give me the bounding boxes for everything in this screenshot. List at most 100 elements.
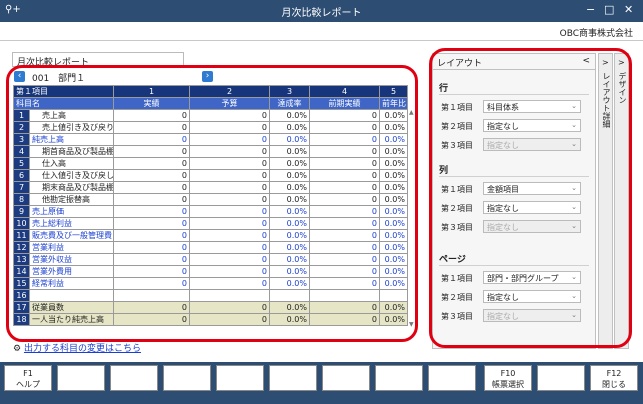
value-cell[interactable]: 0 [113,300,190,314]
table-row[interactable]: 15 経常利益 0 0 0.0% 0 0.0% [13,277,408,290]
value-cell[interactable]: 0 [113,109,190,122]
function-key-3[interactable] [110,365,158,391]
function-key-9[interactable] [428,365,476,391]
layout-item-select[interactable]: 指定なし ⌄ [483,290,581,303]
value-cell[interactable]: 0.0% [379,169,408,182]
layout-item-select[interactable]: 指定なし ⌄ [483,201,581,214]
value-cell[interactable]: 0.0% [269,312,310,326]
layout-item-select[interactable]: 指定なし ⌄ [483,119,581,132]
collapse-icon[interactable]: < [582,56,590,66]
value-cell[interactable]: 0.0% [269,253,310,266]
table-row[interactable]: 13 営業外収益 0 0 0.0% 0 0.0% [13,253,408,266]
function-key-5[interactable] [216,365,264,391]
table-row[interactable]: 7 期末商品及び製品棚 0 0 0.0% 0 0.0% [13,181,408,194]
value-cell[interactable]: 0 [189,277,270,290]
layout-item-select[interactable]: 科目体系 ⌄ [483,100,581,113]
value-cell[interactable]: 0.0% [379,277,408,290]
value-cell[interactable]: 0 [189,300,270,314]
value-cell[interactable]: 0 [113,193,190,206]
value-cell[interactable]: 0.0% [269,157,310,170]
value-cell[interactable]: 0.0% [379,229,408,242]
account-name-cell[interactable]: 期首商品及び製品棚 [29,145,114,158]
layout-item-select[interactable]: 金額項目 ⌄ [483,182,581,195]
value-cell[interactable]: 0.0% [379,300,408,314]
value-cell[interactable]: 0 [189,312,270,326]
account-name-cell[interactable] [29,289,114,302]
function-key-7[interactable] [322,365,370,391]
table-row[interactable]: 1 売上高 0 0 0.0% 0 0.0% [13,109,408,122]
value-cell[interactable] [269,289,310,302]
value-cell[interactable]: 0.0% [379,193,408,206]
prev-arrow-icon[interactable]: ‹ [14,71,25,82]
value-cell[interactable]: 0.0% [269,145,310,158]
value-cell[interactable]: 0 [113,217,190,230]
account-name-cell[interactable]: 他勘定振替高 [29,193,114,206]
value-cell[interactable] [113,289,190,302]
table-row[interactable]: 17 従業員数 0 0 0.0% 0 0.0% [13,300,408,314]
value-cell[interactable]: 0.0% [379,205,408,218]
next-arrow-icon[interactable]: › [202,71,213,82]
value-cell[interactable]: 0 [309,169,380,182]
table-row[interactable]: 11 販売費及び一般管理費 0 0 0.0% 0 0.0% [13,229,408,242]
account-name-cell[interactable]: 営業外費用 [29,265,114,278]
value-cell[interactable]: 0.0% [379,181,408,194]
value-cell[interactable]: 0 [189,169,270,182]
value-cell[interactable]: 0.0% [379,241,408,254]
value-cell[interactable]: 0 [309,217,380,230]
value-cell[interactable]: 0 [309,193,380,206]
account-name-cell[interactable]: 期末商品及び製品棚 [29,181,114,194]
value-cell[interactable]: 0.0% [269,277,310,290]
value-cell[interactable] [379,289,408,302]
tab-design[interactable]: > デザイン [614,53,629,349]
value-cell[interactable]: 0 [309,121,380,134]
value-cell[interactable]: 0 [113,181,190,194]
account-name-cell[interactable]: 売上値引き及び戻り [29,121,114,134]
value-cell[interactable]: 0 [309,265,380,278]
value-cell[interactable]: 0.0% [269,241,310,254]
account-name-cell[interactable]: 従業員数 [29,300,114,314]
value-cell[interactable]: 0.0% [379,133,408,146]
value-cell[interactable]: 0 [189,181,270,194]
value-cell[interactable]: 0 [113,265,190,278]
value-cell[interactable]: 0 [309,277,380,290]
table-row[interactable]: 18 一人当たり純売上高 0 0 0.0% 0 0.0% [13,312,408,326]
value-cell[interactable]: 0.0% [379,157,408,170]
account-name-cell[interactable]: 売上原価 [29,205,114,218]
value-cell[interactable]: 0 [113,205,190,218]
value-cell[interactable] [309,289,380,302]
value-cell[interactable]: 0 [113,145,190,158]
account-name-cell[interactable]: 仕入高 [29,157,114,170]
account-name-cell[interactable]: 売上高 [29,109,114,122]
account-name-cell[interactable]: 営業利益 [29,241,114,254]
value-cell[interactable]: 0 [113,312,190,326]
value-cell[interactable] [189,289,270,302]
value-cell[interactable]: 0 [113,121,190,134]
function-key-11[interactable] [537,365,585,391]
function-key-4[interactable] [163,365,211,391]
table-row[interactable]: 8 他勘定振替高 0 0 0.0% 0 0.0% [13,193,408,206]
report-title-field[interactable]: 月次比較レポート [12,52,184,68]
value-cell[interactable]: 0 [189,121,270,134]
value-cell[interactable]: 0 [113,277,190,290]
item-change-link[interactable]: 出力する科目の変更はこちら [24,344,141,354]
value-cell[interactable]: 0 [189,109,270,122]
value-cell[interactable]: 0 [309,205,380,218]
function-key-8[interactable] [375,365,423,391]
value-cell[interactable]: 0 [113,253,190,266]
layout-item-select[interactable]: 部門・部門グループ ⌄ [483,271,581,284]
value-cell[interactable]: 0.0% [269,133,310,146]
tab-layout-detail[interactable]: > レイアウト詳細 [598,53,613,349]
function-key-2[interactable] [57,365,105,391]
function-key-1[interactable]: F1 ヘルプ [4,365,52,391]
account-name-cell[interactable]: 販売費及び一般管理費 [29,229,114,242]
value-cell[interactable]: 0 [189,193,270,206]
value-cell[interactable]: 0 [189,229,270,242]
value-cell[interactable]: 0 [309,109,380,122]
table-row[interactable]: 12 営業利益 0 0 0.0% 0 0.0% [13,241,408,254]
table-row[interactable]: 6 仕入値引き及び戻し 0 0 0.0% 0 0.0% [13,169,408,182]
value-cell[interactable]: 0.0% [269,205,310,218]
value-cell[interactable]: 0.0% [379,265,408,278]
value-cell[interactable]: 0 [189,253,270,266]
value-cell[interactable]: 0.0% [379,109,408,122]
close-icon[interactable]: ✕ [624,3,633,16]
